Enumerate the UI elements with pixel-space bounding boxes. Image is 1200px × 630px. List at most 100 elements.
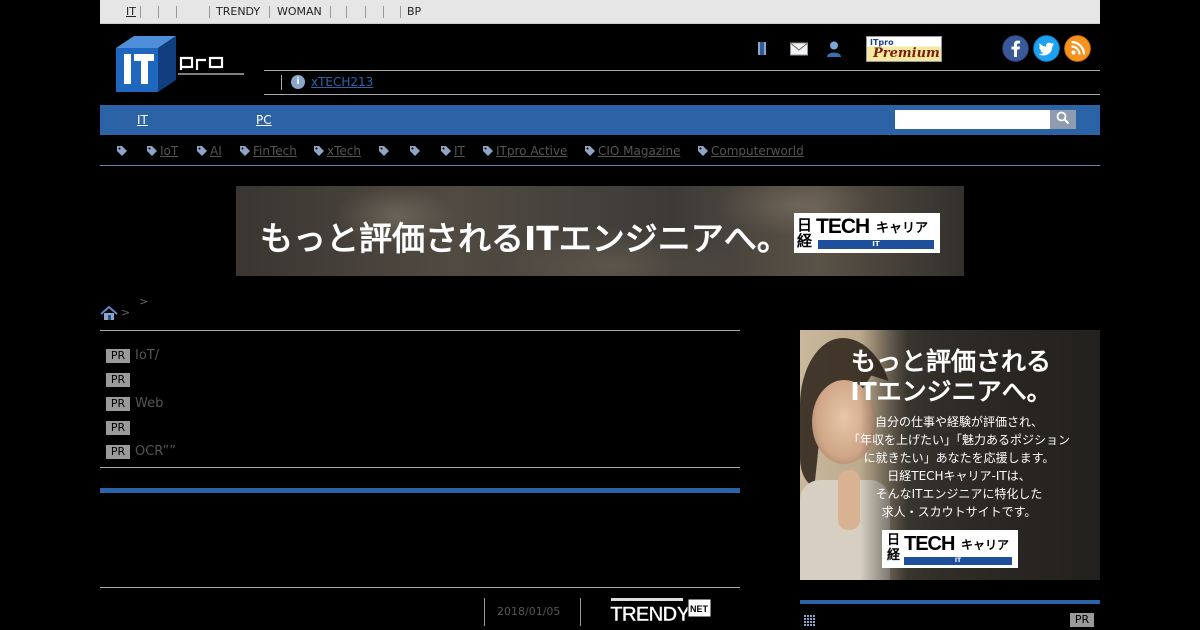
topbar-separator: [365, 6, 366, 18]
logo-career-text: キャリア: [876, 221, 929, 236]
nav-item-pc[interactable]: PC: [256, 113, 272, 127]
tag-icon: [410, 146, 420, 156]
bookmark-icon[interactable]: [755, 40, 769, 58]
section-divider: [100, 488, 740, 493]
tag-link[interactable]: [409, 144, 423, 158]
mail-icon[interactable]: [790, 40, 808, 58]
logo-it-bar: IT: [904, 557, 1012, 565]
search-input[interactable]: [895, 110, 1050, 129]
tag-label: IoT: [160, 144, 179, 158]
breadcrumb-separator: >: [139, 295, 149, 308]
news-separator: [281, 75, 282, 90]
topbar-separator: [400, 6, 401, 18]
pr-badge: PR: [106, 372, 130, 387]
tag-icon: [147, 146, 157, 156]
banner-headline: もっと評価されるITエンジニアへ。: [260, 219, 790, 258]
tag-row: IoT AI FinTech xTech IT ITpro Active CIO…: [100, 142, 1100, 166]
tag-link[interactable]: xTech: [313, 144, 361, 158]
tag-label: Computerworld: [711, 144, 804, 158]
grid-icon: [804, 615, 815, 626]
meta-separator: [484, 598, 485, 626]
search-icon: [1056, 111, 1070, 125]
side-ad-line: に就きたい」あなたを応援します。: [863, 451, 1055, 465]
topbar-link-bp[interactable]: BP: [407, 5, 421, 19]
trendy-net-logo[interactable]: TRENDY NET: [610, 596, 712, 626]
banner-ad[interactable]: もっと評価されるITエンジニアへ。 日経 TECH キャリア IT: [236, 186, 964, 276]
logo-nikkei-text-2: 経: [887, 548, 901, 563]
article-divider: [100, 587, 740, 588]
topbar-separator: [269, 6, 270, 18]
side-ad-line: 日経TECHキャリア-ITは、: [887, 469, 1031, 483]
side-ad[interactable]: もっと評価される ITエンジニアへ。 自分の仕事や経験が評価され、 「年収を上げ…: [800, 330, 1100, 580]
tag-link[interactable]: AI: [196, 144, 222, 158]
header-divider: [264, 94, 1100, 95]
tag-label: AI: [210, 144, 222, 158]
rss-icon[interactable]: [1064, 35, 1091, 62]
tag-icon: [483, 146, 493, 156]
tag-link[interactable]: Computerworld: [697, 144, 804, 158]
pr-badge: PR: [106, 396, 130, 411]
nikkei-tech-career-logo: 日経 TECH キャリア IT: [794, 213, 940, 253]
itpro-logo[interactable]: [114, 34, 246, 94]
tag-link[interactable]: [378, 144, 392, 158]
tag-label: FinTech: [253, 144, 297, 158]
facebook-icon[interactable]: [1002, 35, 1029, 62]
logo-career-text: キャリア: [961, 538, 1010, 552]
trendy-logo-text: TRENDY: [610, 603, 690, 626]
pr-item[interactable]: PR: [106, 417, 135, 435]
logo-tech-text: TECH: [816, 215, 870, 238]
header-divider: [264, 70, 1100, 71]
nikkei-tech-career-logo: 日 経 TECH キャリア IT: [882, 530, 1018, 568]
pr-item-text: IoT/: [135, 347, 160, 363]
news-ticker-link[interactable]: xTECH213: [311, 75, 373, 89]
pr-item[interactable]: PR: [106, 369, 135, 387]
topbar-separator: [383, 6, 384, 18]
tag-icon: [698, 146, 708, 156]
side-ad-line: 「年収を上げたい」「魅力あるポジション: [847, 433, 1070, 447]
topbar-separator: [209, 6, 210, 18]
pr-badge: PR: [1070, 613, 1094, 627]
article-date: 2018/01/05: [497, 605, 561, 618]
topbar-separator: [346, 6, 347, 18]
tag-icon: [117, 146, 127, 156]
tag-label: xTech: [327, 144, 361, 158]
topbar-separator: [158, 6, 159, 18]
topbar-link-trendy[interactable]: TRENDY: [216, 5, 260, 19]
pr-badge: PR: [106, 348, 130, 363]
side-ad-headline-1: もっと評価される: [850, 347, 1051, 376]
tag-label: IT: [454, 144, 465, 158]
pr-item-text: OCR””: [135, 443, 176, 459]
topbar-link-woman[interactable]: WOMAN: [277, 5, 322, 19]
tag-link[interactable]: IT: [440, 144, 465, 158]
tag-icon: [585, 146, 595, 156]
tag-icon: [379, 146, 389, 156]
logo-tech-text: TECH: [904, 533, 955, 555]
tag-label: CIO Magazine: [598, 144, 681, 158]
topbar-link-it[interactable]: IT: [126, 5, 136, 19]
tag-link[interactable]: IoT: [146, 144, 178, 158]
tag-icon: [240, 146, 250, 156]
pr-list: PR IoT/ PR PR Web PR PR OCR””: [100, 330, 740, 468]
tag-link[interactable]: [116, 144, 130, 158]
nav-item-it[interactable]: IT: [137, 113, 148, 127]
tag-link[interactable]: ITpro Active: [482, 144, 567, 158]
tag-label: ITpro Active: [496, 144, 568, 158]
logo-nikkei-text-1: 日: [887, 533, 901, 548]
user-icon[interactable]: [826, 40, 842, 58]
search-button[interactable]: [1050, 110, 1076, 129]
home-icon[interactable]: [100, 306, 118, 320]
pr-item-text: Web: [135, 395, 164, 411]
side-ad-line: 求人・スカウトサイトです。: [881, 505, 1037, 519]
meta-separator: [580, 598, 581, 626]
itpro-premium-logo[interactable]: ITpro Premium: [866, 36, 942, 62]
tag-link[interactable]: CIO Magazine: [584, 144, 680, 158]
side-divider: [800, 600, 1100, 604]
twitter-icon[interactable]: [1033, 35, 1060, 62]
tag-icon: [197, 146, 207, 156]
pr-item[interactable]: PR Web: [106, 393, 164, 411]
pr-item[interactable]: PR OCR””: [106, 441, 176, 459]
side-ad-line: そんなITエンジニアに特化した: [875, 487, 1043, 501]
tag-link[interactable]: FinTech: [239, 144, 297, 158]
pr-item[interactable]: PR IoT/: [106, 345, 160, 363]
trendy-logo-sub: NET: [690, 604, 709, 614]
